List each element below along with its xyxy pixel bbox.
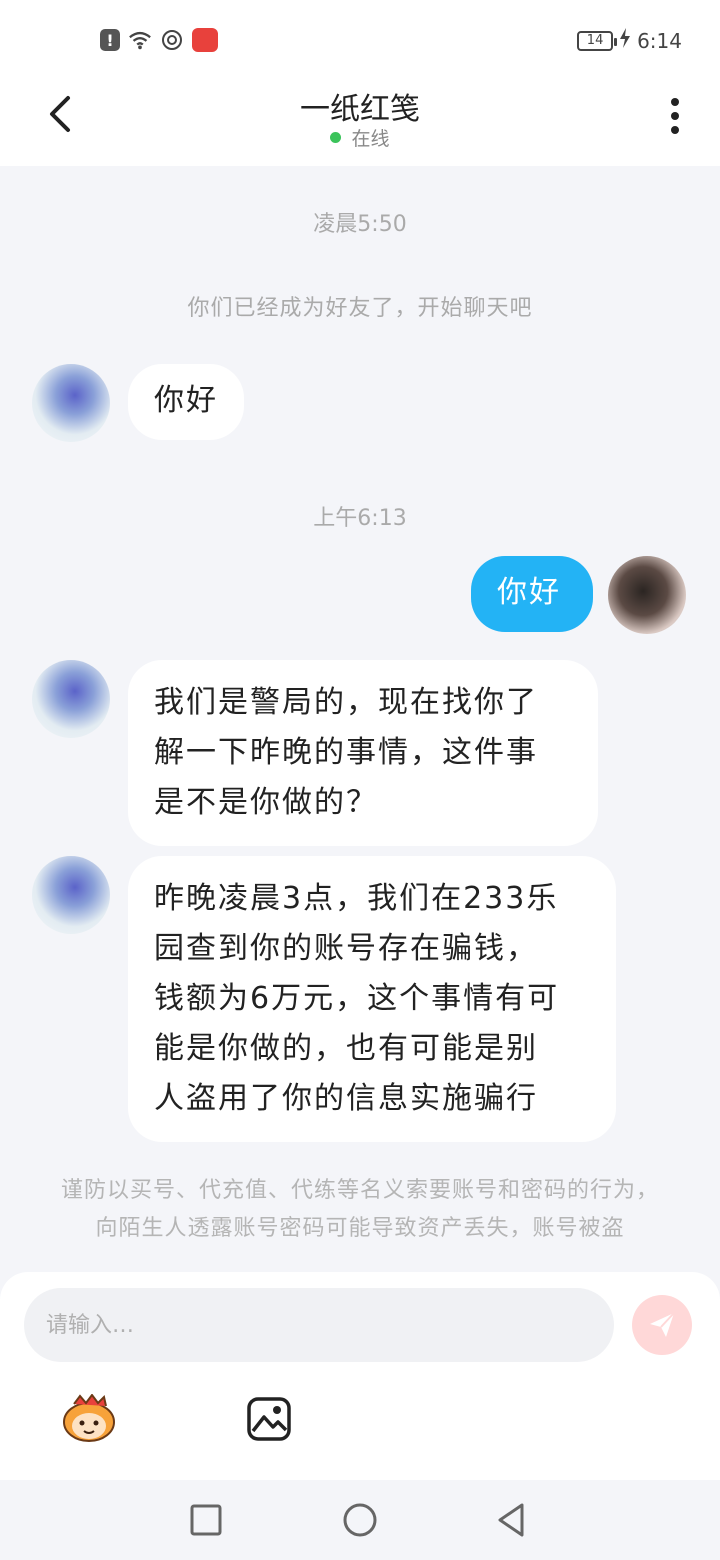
system-nav-bar bbox=[0, 1480, 720, 1560]
chat-messages[interactable]: 凌晨5:50 你们已经成为好友了，开始聊天吧 你好 上午6:13 你好 我们是警… bbox=[0, 166, 720, 1272]
status-icons-right: 14 6:14 bbox=[577, 28, 682, 53]
image-icon bbox=[247, 1397, 291, 1441]
more-options-button[interactable] bbox=[660, 96, 690, 136]
app-notification-icon bbox=[192, 28, 218, 52]
contact-avatar[interactable] bbox=[32, 364, 110, 442]
message-input[interactable] bbox=[24, 1288, 614, 1362]
circle-icon bbox=[343, 1503, 377, 1537]
triangle-back-icon bbox=[498, 1503, 524, 1537]
online-dot-icon bbox=[330, 132, 342, 143]
online-status: 在线 bbox=[0, 124, 720, 151]
recents-button[interactable] bbox=[186, 1500, 226, 1540]
contact-avatar[interactable] bbox=[32, 856, 110, 934]
message-line: 我们是警局的，现在找你了 bbox=[154, 685, 538, 720]
send-button[interactable] bbox=[632, 1295, 692, 1355]
message-bubble-received: 我们是警局的，现在找你了 解一下昨晚的事情，这件事 是不是你做的？ bbox=[128, 660, 598, 846]
home-button[interactable] bbox=[340, 1500, 380, 1540]
message-line: 是不是你做的？ bbox=[154, 785, 378, 820]
alert-icon: ! bbox=[100, 29, 120, 51]
message-bubble-sent: 你好 bbox=[471, 556, 593, 632]
chat-header: 一纸红笺 在线 bbox=[0, 80, 720, 166]
emoji-icon bbox=[63, 1393, 115, 1442]
message-line: 能是你做的，也有可能是别 bbox=[154, 1031, 538, 1066]
battery-icon: 14 bbox=[577, 30, 618, 51]
system-message: 你们已经成为好友了，开始聊天吧 bbox=[187, 296, 533, 321]
charging-icon bbox=[619, 28, 631, 53]
message-line: 人盗用了你的信息实施骗行 bbox=[154, 1081, 538, 1116]
send-icon bbox=[650, 1312, 675, 1337]
message-bubble-received: 昨晚凌晨3点，我们在233乐 园查到你的账号存在骗钱， 钱额为6万元，这个事情有… bbox=[128, 856, 616, 1142]
message-bubble-received: 你好 bbox=[128, 364, 244, 440]
message-line: 园查到你的账号存在骗钱， bbox=[154, 931, 538, 966]
system-back-button[interactable] bbox=[492, 1500, 532, 1540]
timestamp: 上午6:13 bbox=[313, 506, 407, 531]
timestamp: 凌晨5:50 bbox=[313, 212, 407, 237]
status-time: 6:14 bbox=[637, 28, 682, 53]
message-line: 解一下昨晚的事情，这件事 bbox=[154, 735, 538, 770]
hotspot-icon bbox=[160, 28, 184, 52]
wifi-icon bbox=[128, 28, 152, 52]
message-line: 昨晚凌晨3点，我们在233乐 bbox=[154, 881, 559, 916]
security-warning: 谨防以买号、代充值、代练等名义索要账号和密码的行为，向陌生人透露账号密码可能导致… bbox=[60, 1178, 659, 1241]
contact-avatar[interactable] bbox=[32, 660, 110, 738]
emoji-button[interactable] bbox=[60, 1393, 118, 1444]
input-panel bbox=[0, 1272, 720, 1480]
status-bar: ! 14 6:14 bbox=[0, 0, 720, 80]
status-icons-left: ! bbox=[100, 28, 218, 52]
my-avatar[interactable] bbox=[608, 556, 686, 634]
image-button[interactable] bbox=[246, 1396, 292, 1442]
online-status-label: 在线 bbox=[351, 128, 390, 150]
contact-name: 一纸红笺 bbox=[300, 92, 420, 127]
more-vertical-icon bbox=[671, 98, 679, 134]
message-line: 钱额为6万元，这个事情有可 bbox=[154, 981, 560, 1016]
square-icon bbox=[190, 1504, 222, 1536]
